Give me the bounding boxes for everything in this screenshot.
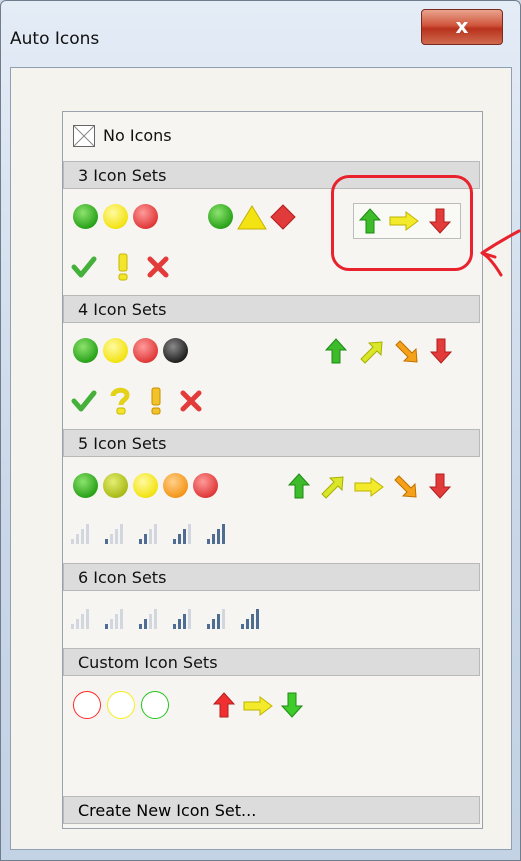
red-circle-icon: [193, 473, 218, 498]
signal-bars-icons: [71, 524, 225, 544]
green-check-icon: [71, 390, 97, 412]
red-circle-icon: [133, 204, 158, 229]
icon-set-3-signs[interactable]: [208, 204, 328, 234]
red-ring-icon: [73, 691, 101, 719]
auto-icons-dialog: Auto Icons x No Icons 3 Icon Sets 4 Icon…: [0, 0, 521, 861]
green-circle-icon: [73, 204, 98, 229]
no-icons-label: No Icons: [103, 126, 172, 145]
yellow-right-arrow-icon: [354, 477, 384, 497]
green-circle-icon: [208, 204, 233, 229]
section-header-custom-icon-sets: Custom Icon Sets: [63, 648, 480, 676]
green-circle-icon: [73, 473, 98, 498]
orange-down-right-arrow-icon: [395, 340, 418, 363]
red-x-icon: [147, 256, 169, 278]
red-down-arrow-icon: [429, 473, 451, 499]
black-circle-icon: [163, 338, 188, 363]
red-x-icon: [180, 390, 202, 412]
icon-set-4-arrows[interactable]: [325, 338, 475, 368]
yellow-up-right-arrow-icon: [321, 476, 344, 499]
green-up-arrow-icon: [288, 473, 310, 499]
no-icons-option[interactable]: No Icons: [63, 112, 482, 160]
red-circle-icon: [133, 338, 158, 363]
yellow-question-icon: [110, 387, 130, 415]
yellow-ring-icon: [107, 691, 135, 719]
icon-set-5-signal-bars[interactable]: [63, 520, 482, 546]
red-up-arrow-icon: [213, 692, 235, 718]
yellow-up-right-arrow-icon: [360, 341, 383, 364]
annotation-circle: [331, 175, 473, 271]
yellow-exclamation-icon: [151, 387, 161, 415]
create-new-icon-set-item[interactable]: Create New Icon Set...: [63, 796, 480, 824]
yellow-triangle-icon: [237, 205, 267, 230]
green-check-icon: [71, 256, 97, 278]
icon-set-custom[interactable]: [63, 691, 482, 721]
green-up-arrow-icon: [325, 338, 347, 364]
dialog-title: Auto Icons: [10, 29, 100, 49]
section-header-5-icon-sets: 5 Icon Sets: [63, 429, 480, 457]
green-ring-icon: [141, 691, 169, 719]
icon-set-6-signal-bars[interactable]: [63, 605, 482, 631]
section-header-6-icon-sets: 6 Icon Sets: [63, 563, 480, 591]
red-diamond-icon: [270, 204, 296, 230]
icon-set-4-symbols[interactable]: [63, 387, 482, 417]
yellow-circle-icon: [103, 204, 128, 229]
empty-box-icon: [73, 125, 95, 147]
yellow-circle-icon: [103, 338, 128, 363]
olive-circle-icon: [103, 473, 128, 498]
green-down-arrow-icon: [281, 692, 303, 718]
green-circle-icon: [73, 338, 98, 363]
yellow-exclamation-icon: [118, 253, 128, 281]
yellow-circle-icon: [133, 473, 158, 498]
annotation-arrow-icon: [480, 229, 521, 277]
section-header-4-icon-sets: 4 Icon Sets: [63, 295, 480, 323]
orange-down-right-arrow-icon: [394, 475, 417, 498]
icon-set-5-arrows[interactable]: [288, 473, 478, 503]
close-button[interactable]: x: [421, 9, 503, 45]
orange-circle-icon: [163, 473, 188, 498]
red-down-arrow-icon: [430, 338, 452, 364]
yellow-right-arrow-icon: [243, 696, 273, 716]
signal-bars-icons: [71, 609, 259, 629]
